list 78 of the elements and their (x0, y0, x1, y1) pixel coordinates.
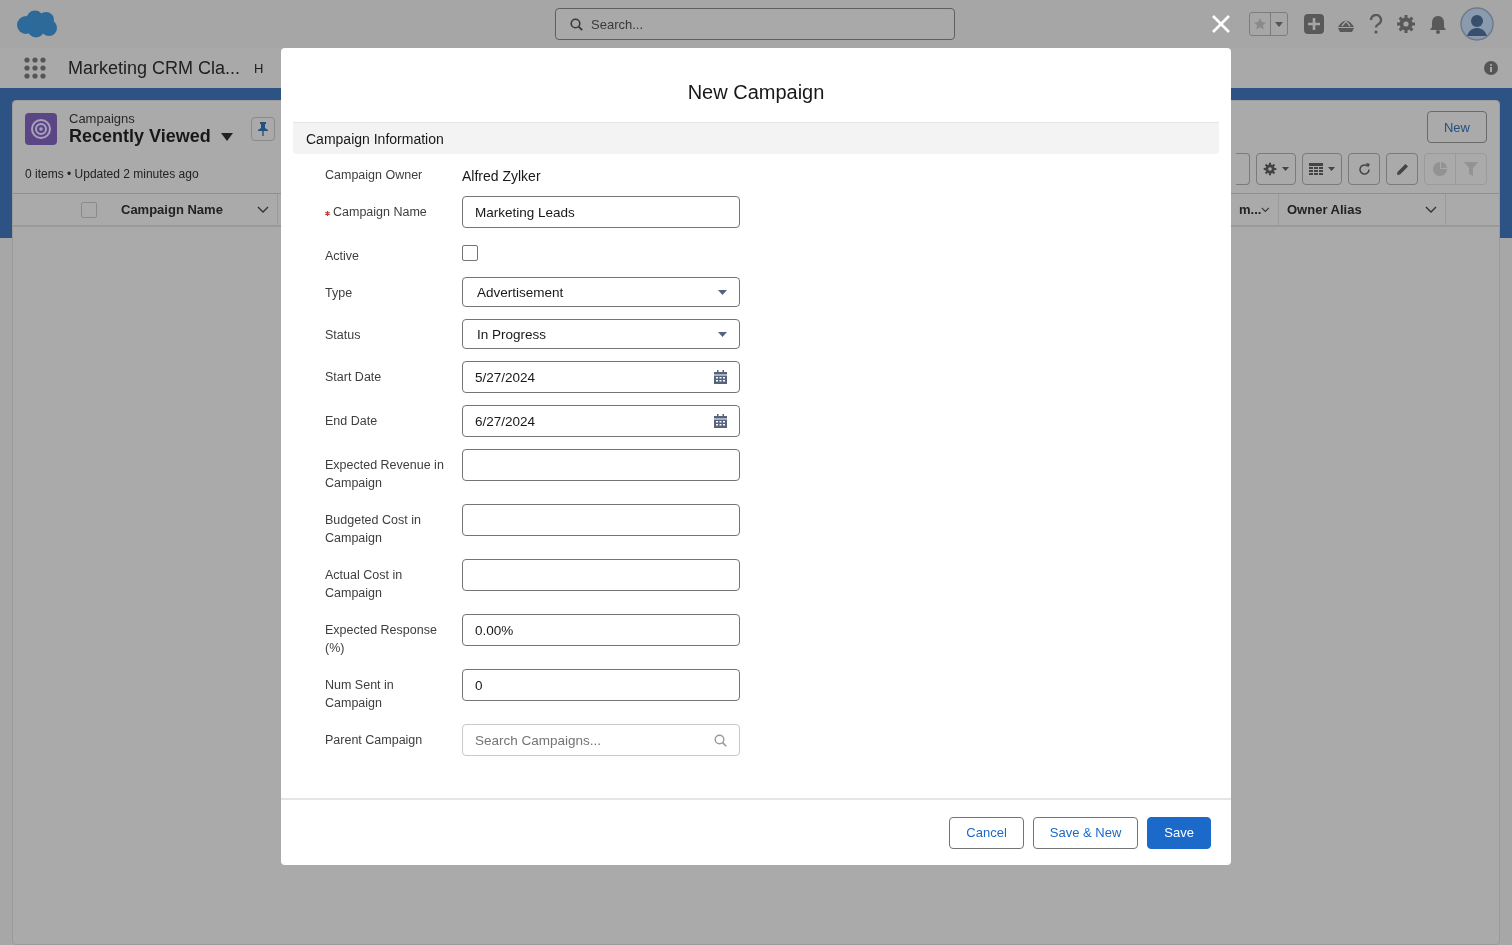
input-field[interactable]: 0 (462, 669, 740, 701)
footer-button[interactable]: Cancel (949, 816, 1024, 849)
calendar-icon (714, 370, 727, 384)
avatar-icon[interactable] (1460, 7, 1494, 41)
caret-icon (1328, 167, 1335, 171)
help-icon[interactable] (1368, 14, 1384, 34)
object-label: Campaigns (69, 111, 136, 126)
field-label: Type (325, 285, 354, 302)
search-field[interactable]: Search... (555, 8, 955, 40)
caret-icon (220, 132, 233, 141)
chevron-down-icon[interactable] (1425, 205, 1437, 214)
calendar-icon (714, 414, 727, 428)
date-field[interactable]: 5/27/2024 (462, 361, 740, 393)
column-header[interactable]: Campaign Name (113, 194, 278, 225)
close-icon[interactable] (1211, 14, 1231, 34)
column-header[interactable]: Owner Alias (1279, 194, 1446, 225)
pin-button[interactable] (250, 117, 275, 141)
field-label: Num Sent in Campaign (325, 677, 395, 712)
picklist-field[interactable]: In Progress (462, 319, 740, 349)
required-asterisk-icon (325, 211, 330, 216)
new-button[interactable]: New (1427, 111, 1487, 143)
search-placeholder: Search... (591, 16, 644, 32)
save-button[interactable]: Save (1147, 816, 1211, 849)
list-summary: 0 items • Updated 2 minutes ago (25, 166, 199, 181)
input-field[interactable] (462, 449, 740, 481)
field-label: Expected Response (%) (325, 622, 438, 657)
search-icon (714, 733, 727, 747)
field-label: Active (325, 248, 361, 265)
field-label: End Date (325, 413, 379, 430)
favorites-button[interactable] (1249, 12, 1288, 36)
chevron-down-icon[interactable] (257, 205, 269, 214)
field-label: Expected Revenue in Campaign (325, 457, 445, 492)
field-label: Status (325, 327, 362, 344)
checkbox[interactable] (462, 245, 478, 261)
field-value: Alfred Zylker (462, 167, 542, 184)
add-icon[interactable] (1304, 14, 1324, 34)
chevron-down-icon[interactable] (1261, 205, 1270, 214)
caret-icon (1275, 21, 1283, 27)
display-dropdown[interactable] (1302, 153, 1342, 185)
input-field[interactable]: 0.00% (462, 614, 740, 646)
select-all-checkbox[interactable] (81, 201, 97, 218)
search-icon (570, 17, 583, 31)
caret-icon (718, 331, 727, 337)
settings-icon[interactable] (1396, 14, 1416, 34)
table-icon (1309, 163, 1323, 175)
date-field[interactable]: 6/27/2024 (462, 405, 740, 437)
field-label: Budgeted Cost in Campaign (325, 512, 422, 547)
footer-button[interactable]: Save & New (1032, 816, 1139, 849)
input-field[interactable]: Marketing Leads (462, 196, 740, 228)
input-field[interactable] (462, 559, 740, 591)
caret-icon (1282, 167, 1289, 171)
refresh-button[interactable] (1348, 153, 1380, 185)
nav-item[interactable]: H (254, 60, 264, 76)
caret-icon (718, 289, 727, 295)
app-name: Marketing CRM Cla... (68, 57, 242, 79)
lookup-search-field[interactable]: Search Campaigns... (462, 724, 740, 756)
field-label: Campaign Name (325, 196, 449, 221)
field-label: Parent Campaign (325, 732, 424, 749)
input-field[interactable] (462, 504, 740, 536)
target-icon (25, 113, 57, 145)
list-view-selector[interactable]: Recently Viewed (69, 126, 233, 147)
picklist-field[interactable]: Advertisement (462, 277, 740, 307)
info-icon[interactable] (1484, 61, 1498, 75)
field-label: Campaign Owner (325, 167, 424, 184)
pin-icon (257, 122, 268, 136)
field-label: Actual Cost in Campaign (325, 567, 404, 602)
field-label: Start Date (325, 369, 383, 386)
edit-button[interactable] (1386, 153, 1418, 185)
section-header: Campaign Information (293, 123, 1219, 154)
star-icon (1253, 17, 1267, 31)
settings-icon (1263, 162, 1277, 176)
refresh-icon (1357, 162, 1371, 176)
settings-dropdown[interactable] (1256, 153, 1296, 185)
pencil-icon (1395, 162, 1409, 176)
notifications-icon[interactable] (1428, 14, 1448, 34)
search-field[interactable] (1236, 153, 1250, 185)
app-launcher-icon[interactable] (24, 57, 46, 79)
cloud-logo[interactable] (16, 10, 58, 38)
